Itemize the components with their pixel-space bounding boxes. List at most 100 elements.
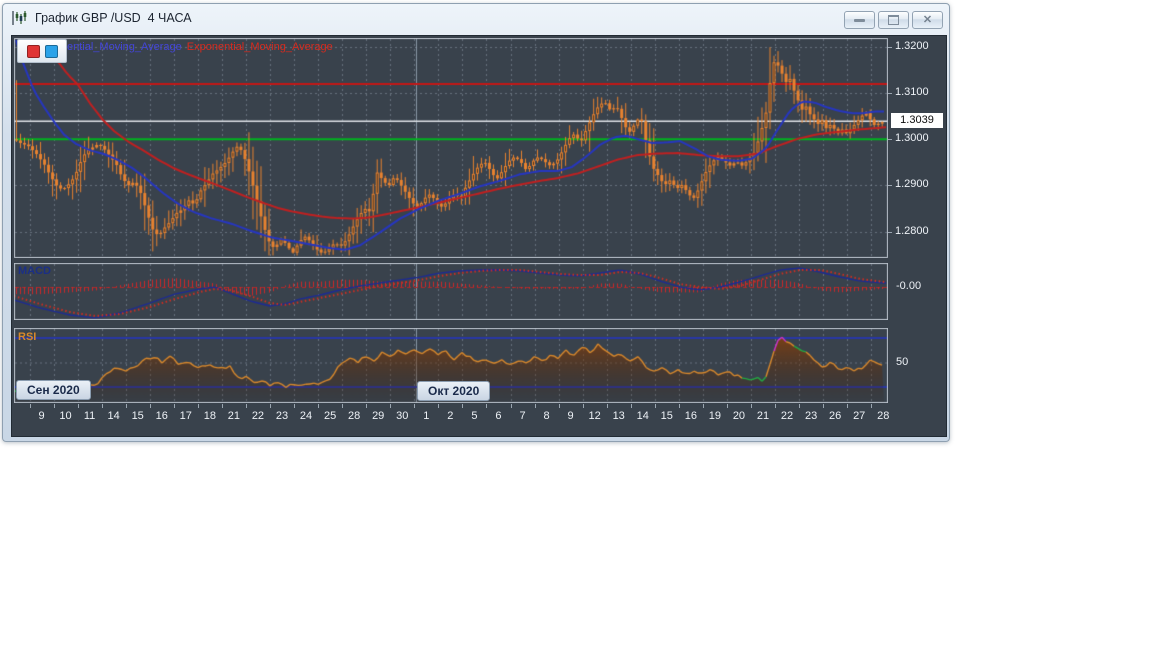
time-axis-tick	[703, 404, 704, 408]
price-axis-tick	[888, 139, 892, 140]
time-axis-label: 30	[396, 410, 409, 422]
time-axis-tick	[775, 404, 776, 408]
window-title: График GBP /USD 4 ЧАСА	[35, 10, 192, 25]
time-axis-label: 23	[275, 410, 289, 422]
time-axis-tick	[294, 404, 295, 408]
legend-swatch-red	[26, 44, 40, 58]
time-axis-tick	[390, 404, 391, 408]
candlestick-chart-icon	[11, 9, 29, 27]
macd-panel-label: MACD	[18, 265, 51, 277]
time-axis-tick	[342, 404, 343, 408]
time-axis-label: 9	[567, 410, 574, 422]
maximize-icon	[888, 15, 899, 25]
time-axis-label: 11	[83, 410, 96, 422]
price-axis-tick	[888, 185, 892, 186]
time-axis-tick	[462, 404, 463, 408]
legend-label-ma-slow: Exponential_Moving_Average	[186, 41, 333, 53]
time-axis-label: 16	[684, 410, 697, 422]
main-price-chart-canvas[interactable]	[14, 38, 888, 258]
macd-axis-value: -0.00	[896, 280, 922, 292]
price-axis-label: 1.3000	[895, 132, 929, 144]
time-axis-label: 21	[756, 410, 770, 422]
time-axis-tick	[150, 404, 151, 408]
legend-label-ma-fast: ential_Moving_Average	[67, 41, 182, 53]
time-axis-tick	[751, 404, 752, 408]
time-axis-label: 17	[179, 410, 192, 422]
minimize-icon	[854, 18, 865, 22]
time-axis-tick	[366, 404, 367, 408]
time-axis-label: 25	[323, 410, 337, 422]
rsi-axis-value: 50	[896, 356, 909, 368]
time-axis-label: 27	[853, 410, 866, 422]
time-axis-tick	[246, 404, 247, 408]
time-axis-tick	[222, 404, 223, 408]
time-axis-label: 28	[348, 410, 361, 422]
time-axis-tick	[438, 404, 439, 408]
time-axis-label: 7	[519, 410, 526, 422]
time-axis-tick	[607, 404, 608, 408]
time-axis-tick	[535, 404, 536, 408]
time-axis-label: 19	[708, 410, 722, 422]
time-axis-tick	[727, 404, 728, 408]
price-axis-tick	[888, 93, 892, 94]
time-axis-label: 14	[107, 410, 120, 422]
title-bar[interactable]: График GBP /USD 4 ЧАСА ✕	[3, 4, 949, 31]
price-axis-tick	[888, 47, 892, 48]
time-axis-label: 5	[471, 410, 478, 422]
desktop: График GBP /USD 4 ЧАСА ✕ ential_Moving_A…	[0, 0, 1152, 648]
time-axis-label: 29	[372, 410, 385, 422]
time-axis-tick	[871, 404, 872, 408]
minimize-button[interactable]	[844, 11, 875, 29]
month-tag-oct-2020: Окт 2020	[417, 381, 491, 401]
time-axis-tick	[414, 404, 415, 408]
price-axis-tick	[888, 232, 892, 233]
macd-indicator-canvas[interactable]	[14, 263, 888, 320]
time-axis-label: 14	[636, 410, 649, 422]
time-axis-label: 10	[59, 410, 72, 422]
close-icon: ✕	[922, 14, 933, 26]
price-axis-label: 1.3100	[895, 86, 929, 98]
time-axis-label: 8	[543, 410, 550, 422]
time-axis-label: 6	[495, 410, 502, 422]
time-axis-label: 22	[780, 410, 794, 422]
legend-swatch-blue	[44, 44, 58, 58]
time-axis-tick	[198, 404, 199, 408]
time-axis-label: 22	[251, 410, 265, 422]
time-axis-label: 20	[732, 410, 746, 422]
price-axis-label: 1.2800	[895, 225, 929, 237]
time-axis-label: 18	[203, 410, 216, 422]
close-button[interactable]: ✕	[912, 11, 943, 29]
time-axis-tick	[823, 404, 824, 408]
legend-swatch-box[interactable]	[17, 39, 67, 63]
time-axis-label: 1	[423, 410, 430, 422]
time-axis-label: 2	[447, 410, 454, 422]
time-axis-tick	[799, 404, 800, 408]
month-tag-sep-2020: Сен 2020	[16, 380, 91, 400]
time-axis-tick	[102, 404, 103, 408]
time-axis-label: 15	[131, 410, 144, 422]
time-axis-label: 28	[877, 410, 890, 422]
time-axis-tick	[847, 404, 848, 408]
price-axis-label: 1.3200	[895, 40, 929, 52]
time-axis-tick	[655, 404, 656, 408]
time-axis-label: 9	[38, 410, 45, 422]
time-axis-label: 16	[155, 410, 168, 422]
time-axis-tick	[126, 404, 127, 408]
time-axis-tick	[174, 404, 175, 408]
time-axis-tick	[631, 404, 632, 408]
time-axis-label: 26	[829, 410, 842, 422]
time-axis-tick	[511, 404, 512, 408]
time-axis-label: 23	[804, 410, 818, 422]
time-axis-tick	[318, 404, 319, 408]
time-axis-tick	[486, 404, 487, 408]
legend: ential_Moving_Average Exponential_Moving…	[67, 41, 333, 53]
time-axis-tick	[583, 404, 584, 408]
time-axis-tick	[30, 404, 31, 408]
current-price-tag: 1.3039	[891, 113, 943, 128]
time-axis-tick	[679, 404, 680, 408]
maximize-button[interactable]	[878, 11, 909, 29]
time-axis-label: 21	[227, 410, 241, 422]
time-axis-tick	[78, 404, 79, 408]
time-axis-label: 24	[299, 410, 313, 422]
time-axis-tick	[559, 404, 560, 408]
